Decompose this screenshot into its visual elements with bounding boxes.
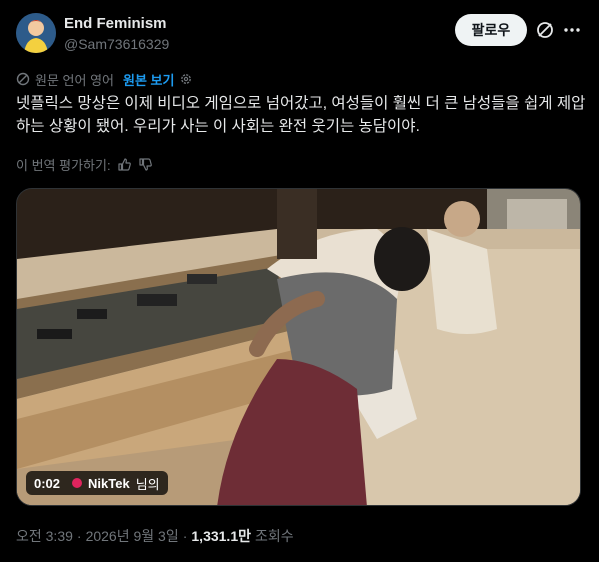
show-original-link[interactable]: 원본 보기	[123, 70, 174, 89]
video-credit-overlay[interactable]: 0:02 NikTek 님의	[26, 471, 168, 495]
rate-translation-label: 이 번역 평가하기:	[16, 157, 111, 173]
video-credit-suffix: 님의	[135, 476, 160, 492]
video-timestamp: 0:02	[34, 475, 61, 491]
tweet-metadata: 오전 3:39 · 2026년 9월 3일 · 1,331.1만 조회수	[16, 526, 294, 546]
avatar-image	[16, 13, 56, 53]
thumbs-down-icon[interactable]	[138, 157, 153, 172]
translate-icon	[16, 72, 30, 86]
view-count: 1,331.1만	[191, 528, 251, 544]
more-options-icon[interactable]	[562, 20, 582, 40]
meta-separator: ·	[76, 528, 82, 544]
settings-gear-icon[interactable]	[179, 72, 193, 86]
video-frame	[17, 189, 580, 505]
thumbs-up-icon[interactable]	[117, 157, 132, 172]
post-time[interactable]: 오전 3:39	[16, 526, 73, 546]
avatar[interactable]	[16, 13, 56, 53]
view-count-label: 조회수	[254, 528, 294, 544]
tweet-text: 넷플릭스 망상은 이제 비디오 게임으로 넘어갔고, 여성들이 훨씬 더 큰 남…	[16, 95, 586, 135]
creator-avatar-icon	[72, 478, 83, 488]
video-credit-name[interactable]: NikTek	[88, 476, 130, 491]
follow-button[interactable]: 팔로우	[455, 14, 527, 46]
meta-separator: ·	[182, 528, 188, 544]
rate-translation-row: 이 번역 평가하기:	[16, 155, 153, 173]
translation-note: 원문 언어 영어	[35, 72, 114, 88]
author-handle[interactable]: @Sam73616329	[64, 36, 169, 52]
grok-icon[interactable]	[535, 20, 555, 40]
video-player[interactable]: 0:02 NikTek 님의	[16, 188, 581, 506]
author-name[interactable]: End Feminism	[64, 15, 167, 32]
translation-bar: 원문 언어 영어 원본 보기	[16, 70, 193, 88]
post-date[interactable]: 2026년 9월 3일	[86, 526, 179, 546]
